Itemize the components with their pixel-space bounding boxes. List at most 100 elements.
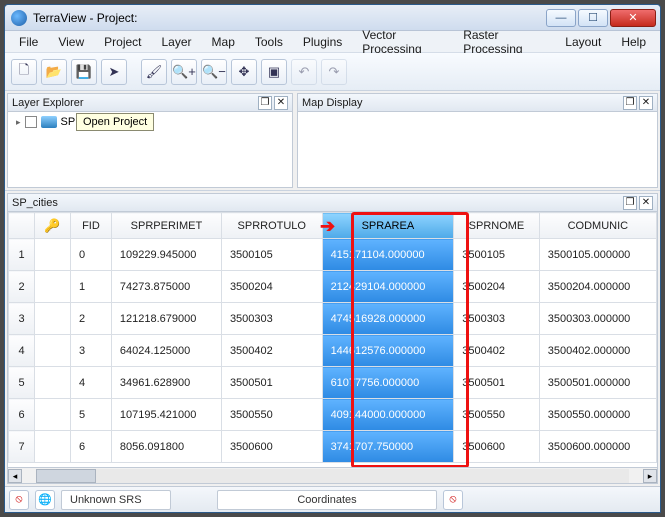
open-project-button[interactable]: 📂 [41, 59, 67, 85]
row-header[interactable]: 7 [9, 431, 35, 463]
key-cell[interactable] [35, 271, 71, 303]
cell-fid[interactable]: 1 [71, 271, 112, 303]
cell-sprarea[interactable]: 212429104.000000 [322, 271, 454, 303]
panel-float-button[interactable]: ❐ [623, 196, 637, 210]
column-header-codmunic[interactable]: CODMUNIC [539, 213, 656, 239]
cell-sprnome[interactable]: 3500105 [454, 239, 540, 271]
table-row[interactable]: 768056.09180035006003741707.750000350060… [9, 431, 657, 463]
key-cell[interactable] [35, 303, 71, 335]
column-header-sprperimet[interactable]: SPRPERIMET [111, 213, 221, 239]
menu-layer[interactable]: Layer [152, 33, 202, 51]
menu-help[interactable]: Help [611, 33, 656, 51]
panel-float-button[interactable]: ❐ [258, 96, 272, 110]
scroll-thumb[interactable] [36, 469, 96, 483]
menu-layout[interactable]: Layout [555, 33, 611, 51]
cell-fid[interactable]: 4 [71, 367, 112, 399]
cell-sprnome[interactable]: 3500303 [454, 303, 540, 335]
panel-close-button[interactable]: ✕ [639, 96, 653, 110]
zoom-in-button[interactable]: 🔍+ [171, 59, 197, 85]
cell-sprarea[interactable]: 474516928.000000 [322, 303, 454, 335]
srs-field[interactable]: Unknown SRS [61, 490, 171, 510]
cell-sprarea[interactable]: 61077756.000000 [322, 367, 454, 399]
pointer-button[interactable]: ➤ [101, 59, 127, 85]
key-cell[interactable] [35, 399, 71, 431]
key-cell[interactable] [35, 239, 71, 271]
menu-plugins[interactable]: Plugins [293, 33, 352, 51]
cell-codmunic[interactable]: 3500105.000000 [539, 239, 656, 271]
cell-sprperimet[interactable]: 107195.421000 [111, 399, 221, 431]
cell-sprnome[interactable]: 3500550 [454, 399, 540, 431]
table-row[interactable]: 65107195.4210003500550409144000.00000035… [9, 399, 657, 431]
key-cell[interactable] [35, 367, 71, 399]
redo-button[interactable]: ↷ [321, 59, 347, 85]
cell-fid[interactable]: 6 [71, 431, 112, 463]
zoom-out-button[interactable]: 🔍− [201, 59, 227, 85]
maximize-button[interactable]: ☐ [578, 9, 608, 27]
row-header[interactable]: 6 [9, 399, 35, 431]
cell-sprnome[interactable]: 3500402 [454, 335, 540, 367]
cell-sprrotulo[interactable]: 3500204 [221, 271, 322, 303]
key-cell[interactable] [35, 335, 71, 367]
cell-sprnome[interactable]: 3500501 [454, 367, 540, 399]
menu-view[interactable]: View [48, 33, 94, 51]
cell-sprrotulo[interactable]: 3500550 [221, 399, 322, 431]
cell-sprrotulo[interactable]: 3500501 [221, 367, 322, 399]
cell-sprarea[interactable]: 144612576.000000 [322, 335, 454, 367]
row-header[interactable]: 4 [9, 335, 35, 367]
layer-checkbox[interactable] [25, 116, 37, 128]
cell-sprperimet[interactable]: 64024.125000 [111, 335, 221, 367]
attribute-table[interactable]: 🔑FIDSPRPERIMETSPRROTULOSPRAREASPRNOMECOD… [8, 212, 657, 463]
minimize-button[interactable]: — [546, 9, 576, 27]
panel-float-button[interactable]: ❐ [623, 96, 637, 110]
key-column-header[interactable]: 🔑 [35, 213, 71, 239]
status-stop-button[interactable]: ⦸ [9, 490, 29, 510]
row-header[interactable]: 1 [9, 239, 35, 271]
cell-codmunic[interactable]: 3500501.000000 [539, 367, 656, 399]
cell-sprarea[interactable]: 415171104.000000 [322, 239, 454, 271]
table-row[interactable]: 10109229.9450003500105415171104.00000035… [9, 239, 657, 271]
cell-sprperimet[interactable]: 74273.875000 [111, 271, 221, 303]
cell-fid[interactable]: 2 [71, 303, 112, 335]
title-bar[interactable]: TerraView - Project: — ☐ ✕ [5, 5, 660, 31]
menu-map[interactable]: Map [202, 33, 245, 51]
cell-codmunic[interactable]: 3500550.000000 [539, 399, 656, 431]
row-header[interactable]: 2 [9, 271, 35, 303]
cell-sprperimet[interactable]: 109229.945000 [111, 239, 221, 271]
expand-icon[interactable]: ▸ [16, 117, 21, 128]
menu-file[interactable]: File [9, 33, 48, 51]
save-project-button[interactable]: 💾 [71, 59, 97, 85]
table-corner[interactable] [9, 213, 35, 239]
cell-codmunic[interactable]: 3500402.000000 [539, 335, 656, 367]
cell-sprnome[interactable]: 3500600 [454, 431, 540, 463]
table-horizontal-scrollbar[interactable]: ◂ ▸ [8, 467, 657, 483]
scroll-right-button[interactable]: ▸ [643, 469, 657, 483]
cell-sprarea[interactable]: 409144000.000000 [322, 399, 454, 431]
cell-sprnome[interactable]: 3500204 [454, 271, 540, 303]
close-button[interactable]: ✕ [610, 9, 656, 27]
panel-close-button[interactable]: ✕ [274, 96, 288, 110]
undo-button[interactable]: ↶ [291, 59, 317, 85]
cell-sprrotulo[interactable]: 3500303 [221, 303, 322, 335]
cell-sprperimet[interactable]: 34961.628900 [111, 367, 221, 399]
new-project-button[interactable]: 🗋 [11, 59, 37, 85]
cell-codmunic[interactable]: 3500600.000000 [539, 431, 656, 463]
cell-sprperimet[interactable]: 121218.679000 [111, 303, 221, 335]
zoom-extent-button[interactable]: ▣ [261, 59, 287, 85]
table-row[interactable]: 2174273.8750003500204212429104.000000350… [9, 271, 657, 303]
row-header[interactable]: 5 [9, 367, 35, 399]
cell-sprrotulo[interactable]: 3500105 [221, 239, 322, 271]
row-header[interactable]: 3 [9, 303, 35, 335]
cell-sprrotulo[interactable]: 3500402 [221, 335, 322, 367]
cell-codmunic[interactable]: 3500303.000000 [539, 303, 656, 335]
panel-close-button[interactable]: ✕ [639, 196, 653, 210]
column-header-fid[interactable]: FID [71, 213, 112, 239]
cell-codmunic[interactable]: 3500204.000000 [539, 271, 656, 303]
cell-sprperimet[interactable]: 8056.091800 [111, 431, 221, 463]
coordinates-field[interactable]: Coordinates [217, 490, 437, 510]
key-cell[interactable] [35, 431, 71, 463]
cell-fid[interactable]: 3 [71, 335, 112, 367]
cell-fid[interactable]: 5 [71, 399, 112, 431]
scroll-left-button[interactable]: ◂ [8, 469, 22, 483]
cell-fid[interactable]: 0 [71, 239, 112, 271]
menu-project[interactable]: Project [94, 33, 151, 51]
